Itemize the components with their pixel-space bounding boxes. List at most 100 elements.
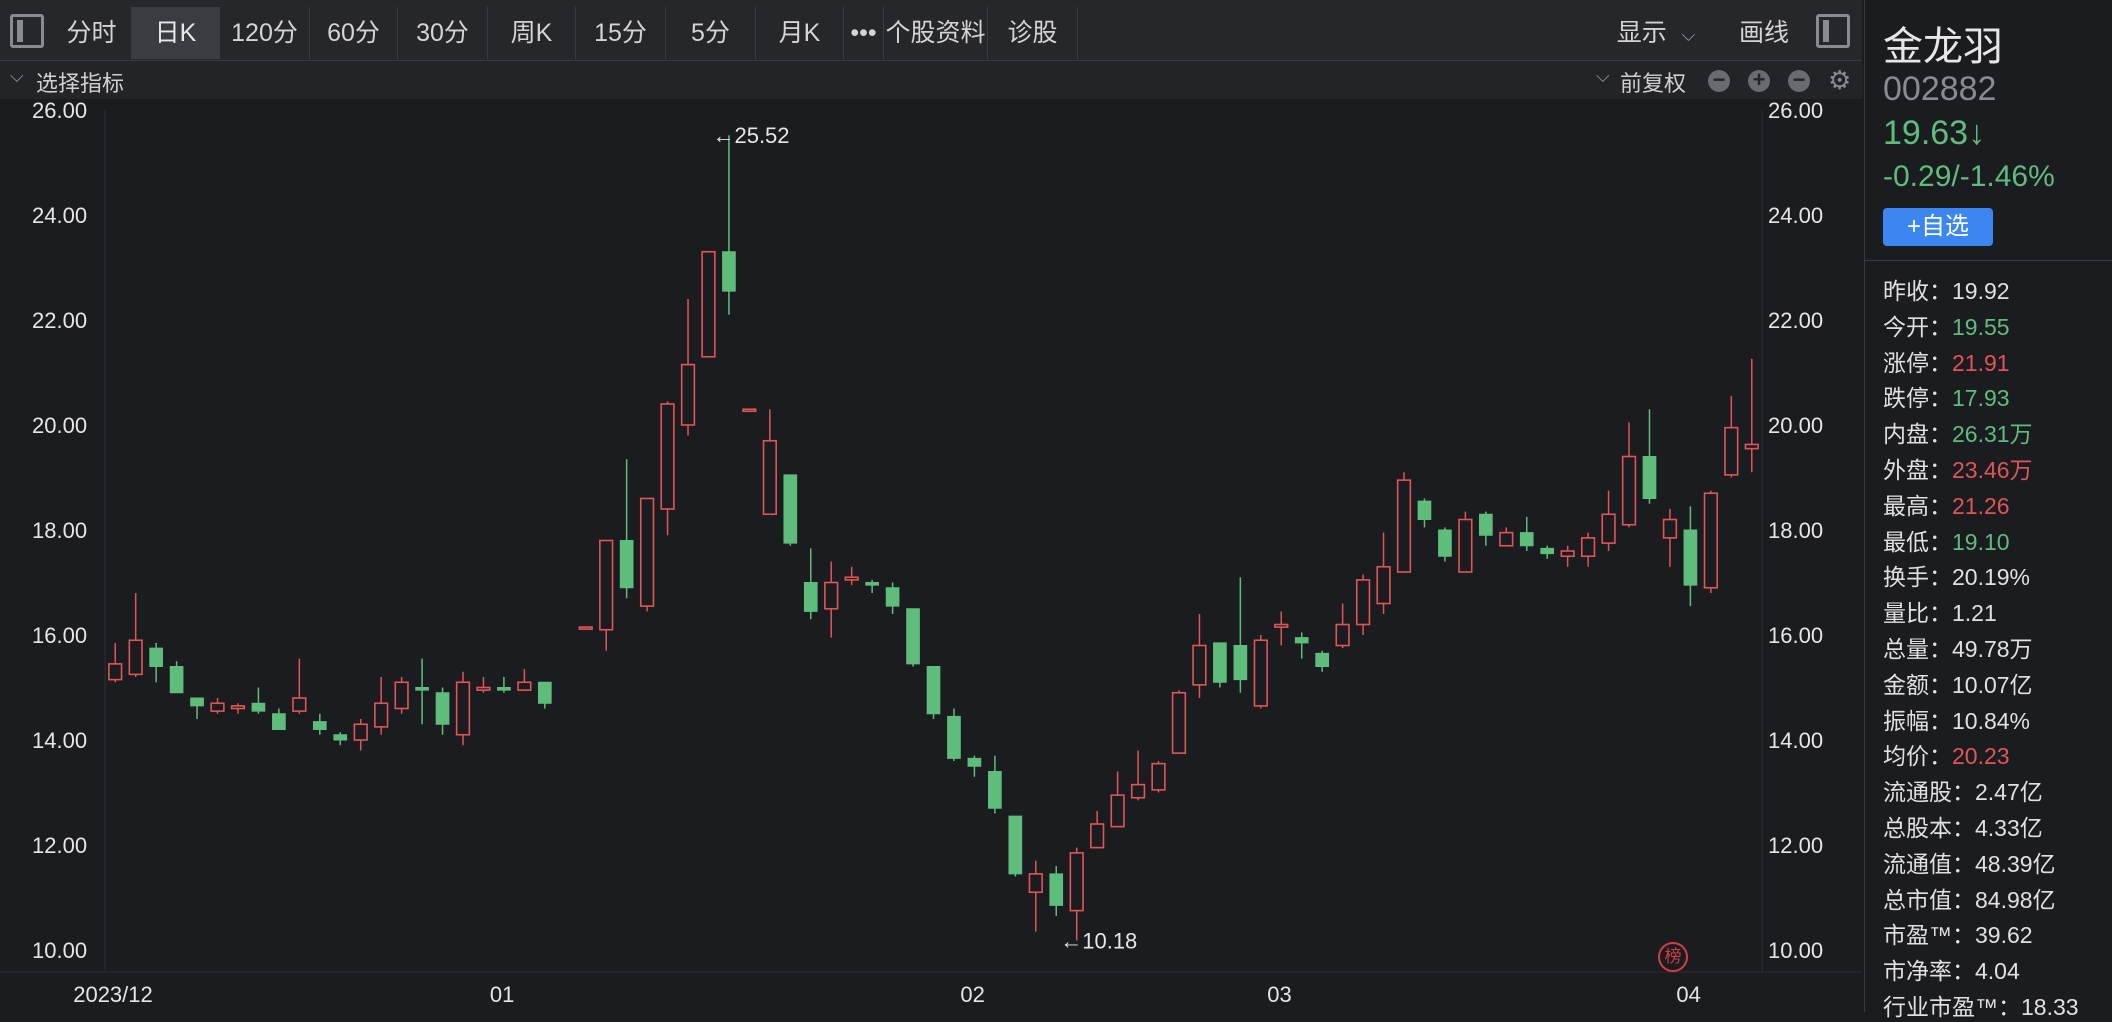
add-watchlist-button[interactable]: +自选 — [1883, 208, 1993, 246]
quote-row: 涨停：21.91 — [1883, 344, 2010, 378]
candle-body-up — [374, 702, 389, 728]
quote-label: 市净率： — [1883, 958, 1975, 985]
y-tick-label-right: 10.00 — [1768, 938, 1823, 963]
tab-stock-profile[interactable]: 个股资料 — [884, 7, 988, 59]
indicator-bar: ⌵ 选择指标 ⌵ 前复权 — [0, 61, 1862, 99]
candle-body-down — [333, 734, 348, 741]
quote-value: 48.39亿 — [1975, 850, 2056, 877]
candle-body-down — [1519, 532, 1534, 547]
tab-daily-k[interactable]: 日K — [132, 7, 220, 59]
y-tick-label-right: 20.00 — [1768, 413, 1823, 438]
candle-body-down — [169, 666, 184, 694]
candle-body-down — [537, 681, 552, 704]
candle-body-up — [639, 497, 655, 607]
candle-body-up — [292, 697, 307, 712]
y-tick-label-left: 10.00 — [32, 938, 87, 963]
candle-body-down — [619, 540, 634, 589]
quote-value: 39.62 — [1975, 922, 2033, 949]
candle-body-down — [272, 713, 286, 730]
candle-body-up — [762, 439, 777, 516]
candle-body-down — [988, 771, 1002, 809]
chevron-down-icon[interactable]: ⌵ — [10, 66, 24, 87]
chevron-down-icon[interactable]: ⌵ — [1596, 66, 1610, 87]
quote-label: 外盘： — [1883, 457, 1952, 483]
tab-diagnosis[interactable]: 诊股 — [988, 7, 1078, 59]
candle-body-up — [1703, 492, 1718, 589]
adjust-mode-dropdown[interactable]: 前复权 — [1620, 66, 1686, 98]
ranking-seal-icon[interactable]: 榜 — [1658, 942, 1688, 972]
zoom-in-icon[interactable]: + — [1748, 69, 1770, 92]
quote-value: 23.46万 — [1952, 457, 2033, 483]
tab-intraday[interactable]: 分时 — [52, 7, 132, 59]
quote-row: 昨收：19.92 — [1883, 272, 2010, 306]
quote-row: 换手：20.19% — [1883, 558, 2030, 592]
quote-value: 20.19% — [1952, 564, 2031, 591]
gear-icon[interactable]: ⚙ — [1828, 67, 1851, 93]
stock-code: 002882 — [1883, 70, 1997, 108]
minus-icon[interactable]: − — [1788, 69, 1810, 92]
select-indicator-button[interactable]: 选择指标 — [36, 66, 124, 98]
candle-body-up — [1335, 623, 1350, 647]
quote-row: 跌停：17.93 — [1883, 379, 2010, 413]
candle-body-up — [1560, 550, 1575, 558]
candle-body-down — [885, 587, 900, 607]
quote-label: 振幅： — [1883, 707, 1952, 734]
period-toolbar: 分时 日K 120分 60分 30分 周K 15分 5分 月K ••• 个股资料… — [0, 0, 1862, 61]
quote-value: 19.92 — [1952, 278, 2010, 304]
quote-value: 10.07亿 — [1952, 671, 2033, 698]
candle-body-up — [1458, 518, 1473, 573]
candle-body-down — [1008, 815, 1023, 875]
price-annotation: ←25.52 — [712, 123, 789, 148]
y-tick-label-right: 12.00 — [1768, 833, 1823, 858]
tab-5min[interactable]: 5分 — [666, 7, 756, 59]
y-tick-label-left: 16.00 — [32, 623, 87, 648]
tab-60min[interactable]: 60分 — [310, 7, 398, 59]
candle-body-down — [865, 582, 879, 586]
x-tick-label: 01 — [490, 982, 514, 1007]
candle-body-up — [1151, 762, 1166, 791]
quote-label: 最高： — [1883, 492, 1952, 519]
candle-body-up — [1580, 537, 1596, 558]
candle-body-up — [844, 576, 859, 581]
candle-body-up — [680, 363, 696, 426]
quote-label: 今开： — [1883, 313, 1952, 340]
quote-label: 市盈™： — [1883, 922, 1975, 949]
candle-body-up — [824, 581, 839, 610]
tab-15min[interactable]: 15分 — [576, 7, 666, 59]
display-dropdown[interactable]: 显示 ⌵ — [1612, 7, 1700, 59]
candle-body-up — [1274, 623, 1289, 628]
y-tick-label-right: 26.00 — [1768, 100, 1823, 123]
x-tick-label: 2023/12 — [73, 982, 153, 1007]
tab-30min[interactable]: 30分 — [398, 7, 488, 59]
candle-body-down — [190, 697, 204, 707]
candle-body-down — [1417, 500, 1432, 520]
panel-toggle-icon[interactable] — [1816, 14, 1850, 48]
tab-monthly-k[interactable]: 月K — [756, 7, 844, 59]
tab-weekly-k[interactable]: 周K — [488, 7, 576, 59]
divider — [1865, 260, 2112, 261]
y-tick-label-left: 20.00 — [32, 413, 87, 438]
more-tabs-button[interactable]: ••• — [844, 7, 884, 59]
candle-body-up — [108, 663, 123, 681]
quote-row: 市净率：4.04 — [1883, 952, 2020, 986]
kline-chart-svg[interactable]: 26.00 26.00 24.00 24.00 22.00 22.00 20.00 20.00… — [0, 98, 1862, 1012]
candle-body-up — [210, 702, 225, 712]
quote-value: 21.26 — [1952, 492, 2010, 519]
candle-body-down — [312, 721, 327, 730]
sidebar-toggle-icon[interactable] — [10, 14, 44, 48]
candle-body-down — [415, 687, 429, 691]
candle-body-up — [1028, 873, 1043, 894]
quote-row: 金额：10.07亿 — [1883, 666, 2033, 700]
tab-120min[interactable]: 120分 — [220, 7, 310, 59]
candle-body-up — [1253, 639, 1268, 707]
candle-body-down — [1049, 873, 1064, 906]
candle-body-down — [947, 715, 961, 759]
candle-body-up — [599, 539, 614, 631]
stock-price: 19.63↓ — [1883, 114, 1986, 152]
candle-body-up — [578, 626, 593, 630]
zoom-out-icon[interactable]: − — [1708, 69, 1730, 92]
kline-chart[interactable]: 26.00 26.00 24.00 24.00 22.00 22.00 20.00 20.00… — [0, 98, 1862, 1012]
candle-body-up — [742, 408, 757, 413]
stock-change: -0.29/-1.46% — [1883, 160, 2055, 193]
draw-line-button[interactable]: 画线 — [1722, 7, 1806, 59]
